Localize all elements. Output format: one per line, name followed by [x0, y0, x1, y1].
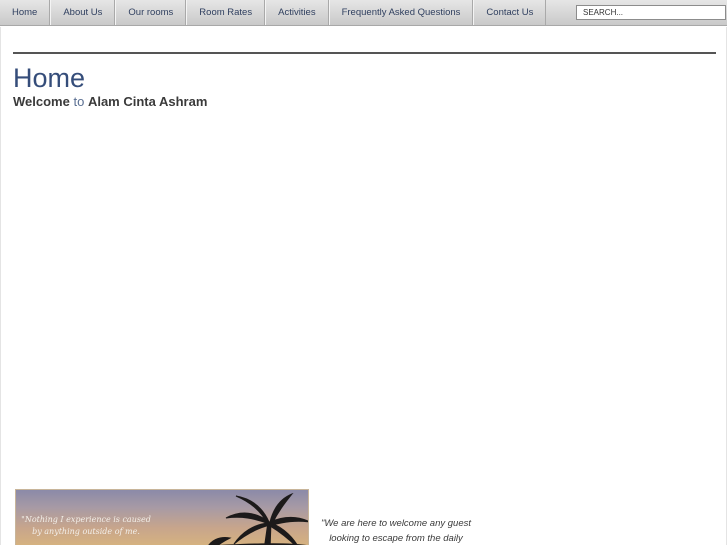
search-input[interactable] [576, 5, 726, 20]
nav-item-home[interactable]: Home [0, 0, 51, 25]
nav-item-our-rooms[interactable]: Our rooms [115, 0, 187, 25]
nav-item-contact-us[interactable]: Contact Us [473, 0, 547, 25]
quote-line-1: "We are here to welcome any guest [321, 518, 471, 529]
header-divider [13, 52, 716, 54]
welcome-connector: to [73, 94, 85, 109]
palm-tree-silhouette [208, 492, 308, 545]
page-content: Home Welcome to Alam Cinta Ashram "Nothi… [0, 27, 727, 545]
quote-line-2: looking to escape from the daily [329, 533, 463, 544]
welcome-place-name: Alam Cinta Ashram [87, 94, 208, 109]
welcome-word: Welcome [13, 94, 70, 109]
photo-caption-line-2: by anything outside of me. [32, 527, 140, 536]
top-navigation: Home About Us Our rooms Room Rates Activ… [0, 0, 727, 26]
photo-caption-line-1: "Nothing I experience is caused [21, 515, 151, 524]
nav-item-activities[interactable]: Activities [265, 0, 329, 25]
welcome-quote: "We are here to welcome any guest lookin… [316, 516, 476, 545]
photo-caption: "Nothing I experience is caused by anyth… [16, 514, 156, 538]
nav-item-about-us[interactable]: About Us [50, 0, 116, 25]
page-title: Home [13, 63, 86, 93]
ashram-photo: "Nothing I experience is caused by anyth… [15, 489, 309, 545]
welcome-heading: Welcome to Alam Cinta Ashram [13, 94, 207, 109]
nav-item-faq[interactable]: Frequently Asked Questions [328, 0, 474, 25]
nav-item-room-rates[interactable]: Room Rates [186, 0, 266, 25]
